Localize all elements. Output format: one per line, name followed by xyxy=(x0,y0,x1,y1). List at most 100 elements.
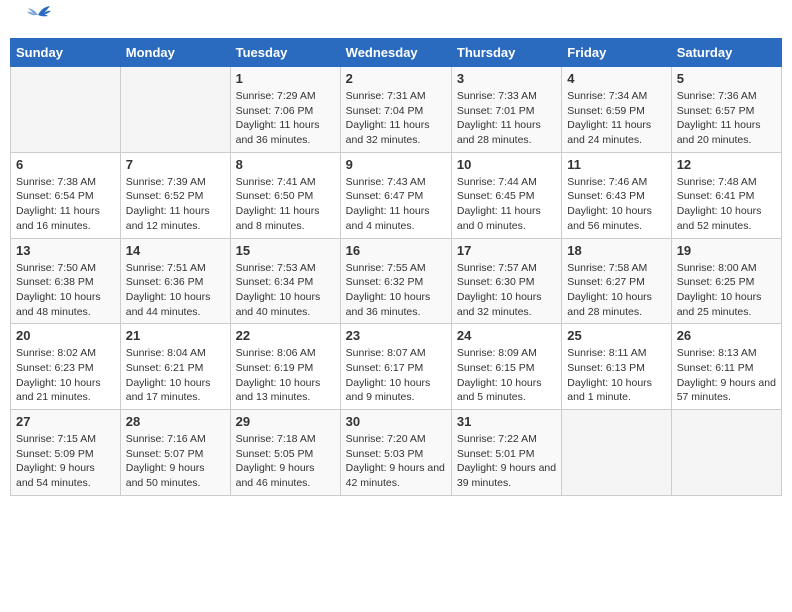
calendar-day-cell: 18 Sunrise: 7:58 AM Sunset: 6:27 PM Dayli… xyxy=(562,238,671,324)
calendar-day-cell: 5Sunrise: 7:36 AM Sunset: 6:57 PM Daylig… xyxy=(671,67,781,153)
calendar-day-cell: 10 Sunrise: 7:44 AM Sunset: 6:45 PM Dayli… xyxy=(451,152,561,238)
day-number: 3 xyxy=(457,71,556,86)
calendar-table: SundayMondayTuesdayWednesdayThursdayFrid… xyxy=(10,38,782,496)
day-number: 31 xyxy=(457,414,556,429)
calendar-day-cell: 22 Sunrise: 8:06 AM Sunset: 6:19 PM Dayli… xyxy=(230,324,340,410)
day-info: Sunrise: 7:44 AM Sunset: 6:45 PM Dayligh… xyxy=(457,175,556,234)
day-info: Sunrise: 7:39 AM Sunset: 6:52 PM Dayligh… xyxy=(126,175,225,234)
day-number: 9 xyxy=(346,157,446,172)
day-info: Sunrise: 7:31 AM Sunset: 7:04 PM Dayligh… xyxy=(346,89,446,148)
calendar-day-cell: 29 Sunrise: 7:18 AM Sunset: 5:05 PM Dayli… xyxy=(230,410,340,496)
day-number: 17 xyxy=(457,243,556,258)
day-info: Sunrise: 7:33 AM Sunset: 7:01 PM Dayligh… xyxy=(457,89,556,148)
calendar-day-cell: 21 Sunrise: 8:04 AM Sunset: 6:21 PM Dayli… xyxy=(120,324,230,410)
day-info: Sunrise: 7:58 AM Sunset: 6:27 PM Dayligh… xyxy=(567,261,665,320)
calendar-day-cell: 17 Sunrise: 7:57 AM Sunset: 6:30 PM Dayli… xyxy=(451,238,561,324)
calendar-day-cell: 16 Sunrise: 7:55 AM Sunset: 6:32 PM Dayli… xyxy=(340,238,451,324)
day-number: 4 xyxy=(567,71,665,86)
day-number: 20 xyxy=(16,328,115,343)
calendar-day-cell: 1 Sunrise: 7:29 AM Sunset: 7:06 PM Daylig… xyxy=(230,67,340,153)
day-number: 29 xyxy=(236,414,335,429)
day-info: Sunrise: 7:36 AM Sunset: 6:57 PM Dayligh… xyxy=(677,89,776,148)
calendar-day-cell: 2 Sunrise: 7:31 AM Sunset: 7:04 PM Daylig… xyxy=(340,67,451,153)
day-number: 13 xyxy=(16,243,115,258)
day-info: Sunrise: 7:46 AM Sunset: 6:43 PM Dayligh… xyxy=(567,175,665,234)
day-number: 14 xyxy=(126,243,225,258)
day-info: Sunrise: 8:04 AM Sunset: 6:21 PM Dayligh… xyxy=(126,346,225,405)
day-info: Sunrise: 7:51 AM Sunset: 6:36 PM Dayligh… xyxy=(126,261,225,320)
day-number: 26 xyxy=(677,328,776,343)
logo-bird-icon xyxy=(24,5,52,25)
day-number: 28 xyxy=(126,414,225,429)
day-info: Sunrise: 7:53 AM Sunset: 6:34 PM Dayligh… xyxy=(236,261,335,320)
calendar-week-row: 20 Sunrise: 8:02 AM Sunset: 6:23 PM Dayli… xyxy=(11,324,782,410)
day-info: Sunrise: 8:06 AM Sunset: 6:19 PM Dayligh… xyxy=(236,346,335,405)
day-number: 30 xyxy=(346,414,446,429)
calendar-week-row: 6Sunrise: 7:38 AM Sunset: 6:54 PM Daylig… xyxy=(11,152,782,238)
calendar-day-cell: 19 Sunrise: 8:00 AM Sunset: 6:25 PM Dayli… xyxy=(671,238,781,324)
calendar-day-cell: 8 Sunrise: 7:41 AM Sunset: 6:50 PM Daylig… xyxy=(230,152,340,238)
day-info: Sunrise: 7:57 AM Sunset: 6:30 PM Dayligh… xyxy=(457,261,556,320)
day-number: 16 xyxy=(346,243,446,258)
day-info: Sunrise: 7:22 AM Sunset: 5:01 PM Dayligh… xyxy=(457,432,556,491)
day-number: 12 xyxy=(677,157,776,172)
day-info: Sunrise: 7:16 AM Sunset: 5:07 PM Dayligh… xyxy=(126,432,225,491)
calendar-header-row: SundayMondayTuesdayWednesdayThursdayFrid… xyxy=(11,39,782,67)
calendar-day-cell: 20 Sunrise: 8:02 AM Sunset: 6:23 PM Dayli… xyxy=(11,324,121,410)
day-number: 11 xyxy=(567,157,665,172)
calendar-day-cell xyxy=(11,67,121,153)
day-info: Sunrise: 7:15 AM Sunset: 5:09 PM Dayligh… xyxy=(16,432,115,491)
header xyxy=(10,10,782,30)
day-info: Sunrise: 7:41 AM Sunset: 6:50 PM Dayligh… xyxy=(236,175,335,234)
calendar-day-cell: 9 Sunrise: 7:43 AM Sunset: 6:47 PM Daylig… xyxy=(340,152,451,238)
calendar-day-cell: 26 Sunrise: 8:13 AM Sunset: 6:11 PM Dayli… xyxy=(671,324,781,410)
calendar-day-cell: 24 Sunrise: 8:09 AM Sunset: 6:15 PM Dayli… xyxy=(451,324,561,410)
day-number: 18 xyxy=(567,243,665,258)
day-number: 15 xyxy=(236,243,335,258)
calendar-day-cell: 25 Sunrise: 8:11 AM Sunset: 6:13 PM Dayli… xyxy=(562,324,671,410)
calendar-day-cell: 27 Sunrise: 7:15 AM Sunset: 5:09 PM Dayli… xyxy=(11,410,121,496)
day-info: Sunrise: 7:43 AM Sunset: 6:47 PM Dayligh… xyxy=(346,175,446,234)
day-info: Sunrise: 8:07 AM Sunset: 6:17 PM Dayligh… xyxy=(346,346,446,405)
calendar-day-cell: 13Sunrise: 7:50 AM Sunset: 6:38 PM Dayli… xyxy=(11,238,121,324)
day-info: Sunrise: 8:13 AM Sunset: 6:11 PM Dayligh… xyxy=(677,346,776,405)
calendar-day-cell: 28 Sunrise: 7:16 AM Sunset: 5:07 PM Dayli… xyxy=(120,410,230,496)
day-number: 24 xyxy=(457,328,556,343)
day-number: 6 xyxy=(16,157,115,172)
day-of-week-header: Thursday xyxy=(451,39,561,67)
day-of-week-header: Sunday xyxy=(11,39,121,67)
day-info: Sunrise: 8:11 AM Sunset: 6:13 PM Dayligh… xyxy=(567,346,665,405)
day-number: 21 xyxy=(126,328,225,343)
day-number: 19 xyxy=(677,243,776,258)
calendar-day-cell: 3 Sunrise: 7:33 AM Sunset: 7:01 PM Daylig… xyxy=(451,67,561,153)
day-number: 27 xyxy=(16,414,115,429)
day-number: 8 xyxy=(236,157,335,172)
day-info: Sunrise: 8:02 AM Sunset: 6:23 PM Dayligh… xyxy=(16,346,115,405)
calendar-day-cell: 7 Sunrise: 7:39 AM Sunset: 6:52 PM Daylig… xyxy=(120,152,230,238)
calendar-day-cell: 31 Sunrise: 7:22 AM Sunset: 5:01 PM Dayli… xyxy=(451,410,561,496)
day-number: 23 xyxy=(346,328,446,343)
calendar-day-cell: 11 Sunrise: 7:46 AM Sunset: 6:43 PM Dayli… xyxy=(562,152,671,238)
calendar-day-cell: 30Sunrise: 7:20 AM Sunset: 5:03 PM Dayli… xyxy=(340,410,451,496)
calendar-week-row: 27 Sunrise: 7:15 AM Sunset: 5:09 PM Dayli… xyxy=(11,410,782,496)
day-info: Sunrise: 7:55 AM Sunset: 6:32 PM Dayligh… xyxy=(346,261,446,320)
calendar-day-cell xyxy=(120,67,230,153)
day-number: 1 xyxy=(236,71,335,86)
day-number: 7 xyxy=(126,157,225,172)
day-info: Sunrise: 7:48 AM Sunset: 6:41 PM Dayligh… xyxy=(677,175,776,234)
calendar-day-cell xyxy=(562,410,671,496)
day-number: 25 xyxy=(567,328,665,343)
calendar-day-cell: 4Sunrise: 7:34 AM Sunset: 6:59 PM Daylig… xyxy=(562,67,671,153)
day-number: 10 xyxy=(457,157,556,172)
day-number: 22 xyxy=(236,328,335,343)
day-info: Sunrise: 8:09 AM Sunset: 6:15 PM Dayligh… xyxy=(457,346,556,405)
day-of-week-header: Tuesday xyxy=(230,39,340,67)
day-number: 2 xyxy=(346,71,446,86)
day-info: Sunrise: 8:00 AM Sunset: 6:25 PM Dayligh… xyxy=(677,261,776,320)
calendar-day-cell: 15 Sunrise: 7:53 AM Sunset: 6:34 PM Dayli… xyxy=(230,238,340,324)
calendar-day-cell xyxy=(671,410,781,496)
day-of-week-header: Monday xyxy=(120,39,230,67)
day-info: Sunrise: 7:18 AM Sunset: 5:05 PM Dayligh… xyxy=(236,432,335,491)
day-info: Sunrise: 7:29 AM Sunset: 7:06 PM Dayligh… xyxy=(236,89,335,148)
logo xyxy=(20,15,52,25)
